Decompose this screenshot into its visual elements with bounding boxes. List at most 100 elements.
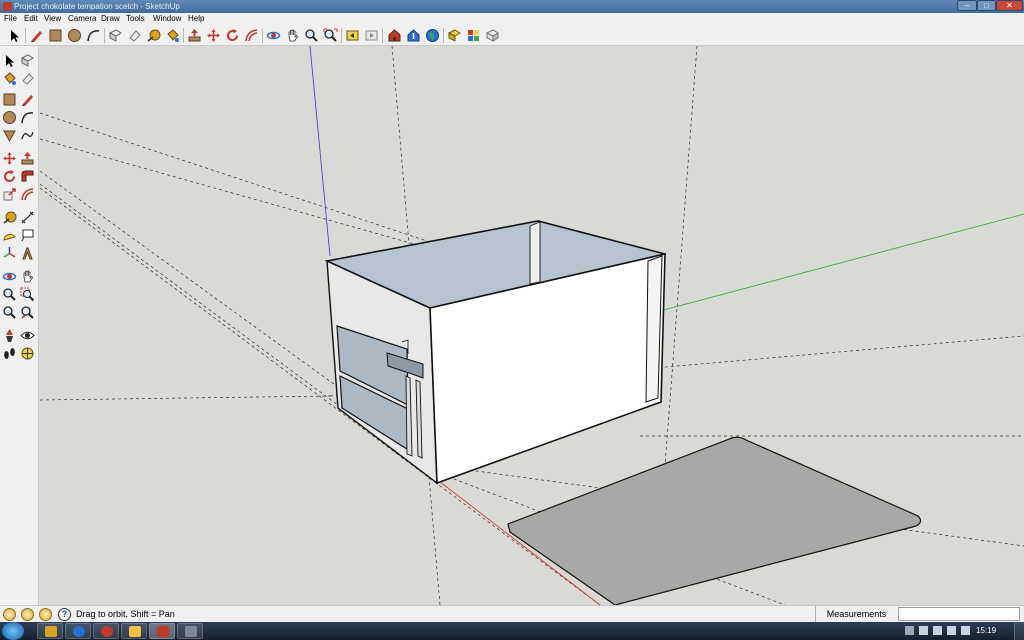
menu-file[interactable]: File <box>4 13 17 25</box>
menu-camera[interactable]: Camera <box>68 13 96 25</box>
help-icon[interactable]: ? <box>58 608 71 621</box>
pan-tool-button[interactable] <box>284 27 301 44</box>
tape-measure-icon <box>3 211 17 224</box>
circle-tool-button[interactable] <box>66 27 83 44</box>
magnifier-icon <box>3 288 16 301</box>
orbit-icon <box>266 31 281 40</box>
taskbar-other-app[interactable] <box>177 623 203 639</box>
sidebar-text-button[interactable] <box>19 227 36 244</box>
zoom-tool-button[interactable] <box>303 27 320 44</box>
maximize-button[interactable]: □ <box>977 0 996 11</box>
scale-icon <box>3 188 16 201</box>
sidebar-push-pull-button[interactable] <box>19 150 36 167</box>
menu-view[interactable]: View <box>44 13 61 25</box>
tape-measure-button[interactable] <box>145 27 162 44</box>
menu-help[interactable]: Help <box>188 13 204 25</box>
share-model-button[interactable] <box>405 27 422 44</box>
menu-window[interactable]: Window <box>153 13 181 25</box>
taskbar-chrome[interactable] <box>93 623 119 639</box>
sidebar-arc-button[interactable] <box>19 109 36 126</box>
sidebar-circle-button[interactable] <box>1 109 18 126</box>
user-icon[interactable] <box>39 608 52 621</box>
sidebar-rotate-button[interactable] <box>1 168 18 185</box>
sidebar-eraser-button[interactable] <box>19 70 36 87</box>
sidebar-move-button[interactable] <box>1 150 18 167</box>
sidebar-offset-button[interactable] <box>19 186 36 203</box>
sidebar-scale-button[interactable] <box>1 186 18 203</box>
sidebar-section-plane-button[interactable] <box>19 345 36 362</box>
sidebar-follow-me-button[interactable] <box>19 168 36 185</box>
zoom-extents-button[interactable] <box>322 27 339 44</box>
menu-tools[interactable]: Tools <box>126 13 145 25</box>
push-pull-icon <box>21 152 34 165</box>
taskbar-sketchup[interactable] <box>149 623 175 639</box>
clock[interactable]: 15:19 <box>976 622 996 640</box>
sidebar-polygon-button[interactable] <box>1 127 18 144</box>
minimize-button[interactable]: – <box>957 0 977 11</box>
tray-arrow-icon[interactable] <box>905 626 914 635</box>
materials-button[interactable] <box>465 27 482 44</box>
menu-edit[interactable]: Edit <box>24 13 38 25</box>
sidebar-freehand-button[interactable] <box>19 127 36 144</box>
taskbar-explorer[interactable] <box>121 623 147 639</box>
components-button[interactable] <box>446 27 463 44</box>
credits-icon[interactable] <box>21 608 34 621</box>
sidebar-line-button[interactable] <box>19 91 36 108</box>
taskbar-internet-explorer[interactable] <box>65 623 91 639</box>
sidebar-select-button[interactable] <box>1 52 18 69</box>
move-tool-button[interactable] <box>205 27 222 44</box>
sidebar-axes-button[interactable] <box>1 245 18 262</box>
select-tool-button[interactable] <box>6 27 23 44</box>
sidebar-3d-text-button[interactable] <box>19 245 36 262</box>
push-pull-button[interactable] <box>186 27 203 44</box>
sidebar-walk-button[interactable] <box>1 345 18 362</box>
follow-me-icon <box>21 170 34 182</box>
eraser-icon <box>22 73 34 85</box>
arc-tool-button[interactable] <box>85 27 102 44</box>
orbit-icon <box>2 272 17 281</box>
styles-button[interactable] <box>484 27 501 44</box>
geo-location-icon[interactable] <box>3 608 16 621</box>
measurements-input[interactable] <box>898 607 1020 621</box>
previous-view-button[interactable] <box>344 27 361 44</box>
eraser-tool-button[interactable] <box>126 27 143 44</box>
components-icon <box>447 29 461 42</box>
start-button[interactable] <box>2 622 24 640</box>
sidebar-protractor-button[interactable] <box>1 227 18 244</box>
taskbar-media-player[interactable] <box>37 623 63 639</box>
sidebar-pan-button[interactable] <box>19 268 36 285</box>
sidebar-paint-bucket-button[interactable] <box>1 70 18 87</box>
rectangle-tool-button[interactable] <box>47 27 64 44</box>
sidebar-zoom-window-button[interactable] <box>19 286 36 303</box>
close-button[interactable]: ✕ <box>996 0 1023 11</box>
sidebar-look-around-button[interactable] <box>19 327 36 344</box>
rotate-icon <box>227 29 239 42</box>
tray-flag-icon[interactable] <box>919 626 928 635</box>
3d-viewport[interactable] <box>40 46 1024 605</box>
eye-icon <box>20 331 35 340</box>
google-earth-button[interactable] <box>424 27 441 44</box>
tray-network-icon[interactable] <box>933 626 942 635</box>
show-desktop-button[interactable] <box>1014 622 1024 640</box>
line-tool-button[interactable] <box>28 27 45 44</box>
sidebar-rectangle-button[interactable] <box>1 91 18 108</box>
sidebar-tape-measure-button[interactable] <box>1 209 18 226</box>
sidebar-position-camera-button[interactable] <box>1 327 18 344</box>
sidebar-dimension-button[interactable] <box>19 209 36 226</box>
orbit-tool-button[interactable] <box>265 27 282 44</box>
sidebar-previous-view-button[interactable] <box>19 304 36 321</box>
sidebar-zoom-extents-button[interactable] <box>1 304 18 321</box>
offset-tool-button[interactable] <box>243 27 260 44</box>
paint-bucket-button[interactable] <box>164 27 181 44</box>
rotate-tool-button[interactable] <box>224 27 241 44</box>
tray-power-icon[interactable] <box>961 626 970 635</box>
get-models-button[interactable] <box>386 27 403 44</box>
menu-draw[interactable]: Draw <box>101 13 120 25</box>
magnifier-icon <box>305 29 318 42</box>
sidebar-orbit-button[interactable] <box>1 268 18 285</box>
sidebar-zoom-button[interactable] <box>1 286 18 303</box>
tray-volume-icon[interactable] <box>947 626 956 635</box>
sidebar-make-component-button[interactable] <box>19 52 36 69</box>
next-view-button[interactable] <box>363 27 380 44</box>
make-component-button[interactable] <box>107 27 124 44</box>
